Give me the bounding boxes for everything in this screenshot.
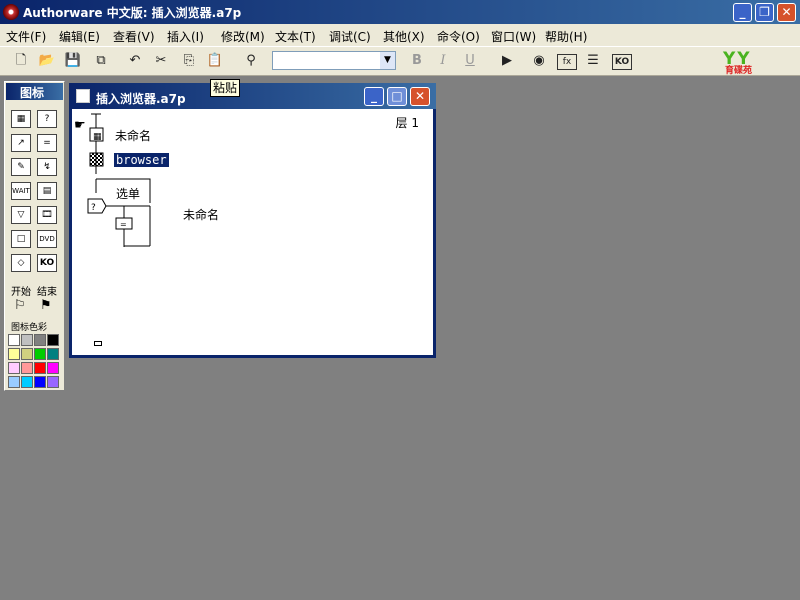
design-window-title-bar[interactable]: 插入浏览器.a7p _ □ ✕	[69, 83, 436, 109]
interaction-icon[interactable]: ?	[37, 110, 57, 128]
dvd-icon[interactable]: DVD	[37, 230, 57, 248]
menu-window[interactable]: 窗口(W)	[491, 28, 536, 45]
restore-button[interactable]: ❐	[755, 3, 774, 22]
svg-text:▦: ▦	[93, 132, 102, 142]
paste-hand-marker	[94, 341, 102, 346]
authorware-app-icon[interactable]	[3, 4, 19, 20]
sound-icon[interactable]: ◇	[11, 254, 31, 272]
find-icon[interactable]: ⚲	[242, 52, 260, 70]
menu-bar: 文件(F) 编辑(E) 查看(V) 插入(I) 修改(M) 文本(T) 调试(C…	[0, 24, 800, 46]
erase-icon[interactable]: ✎	[11, 158, 31, 176]
framework-icon[interactable]: ▤	[37, 182, 57, 200]
paste-icon[interactable]: 📋	[206, 52, 224, 70]
menu-other[interactable]: 其他(X)	[383, 28, 425, 45]
bold-button[interactable]: B	[408, 52, 426, 70]
flowline: ☛ ▦ ? =	[74, 113, 151, 247]
end-flag-label: 结束	[37, 287, 57, 298]
ko-icon[interactable]: KO	[37, 254, 57, 272]
copy-icon[interactable]: ⎘	[180, 52, 198, 70]
minimize-button[interactable]: _	[733, 3, 752, 22]
navigate-icon[interactable]: ↯	[37, 158, 57, 176]
svg-text:☛: ☛	[74, 118, 86, 133]
chevron-down-icon[interactable]: ▼	[380, 52, 395, 69]
calculation-icon[interactable]: =	[37, 134, 57, 152]
color-swatch[interactable]	[8, 348, 20, 360]
menu-command[interactable]: 命令(O)	[437, 28, 480, 45]
color-swatch[interactable]	[8, 376, 20, 388]
wait-icon[interactable]: WAIT	[11, 182, 31, 200]
save-all-icon[interactable]: 💾	[64, 52, 82, 70]
knowledge-objects-icon[interactable]: KO	[612, 54, 632, 70]
color-swatch[interactable]	[34, 334, 46, 346]
icon-palette: 图标 ▦ ? ↗ = ✎ ↯ WAIT ▤ ▽ 🎞 □ DVD ◇ KO 开始 …	[4, 81, 65, 391]
color-swatch[interactable]	[34, 348, 46, 360]
color-swatch[interactable]	[47, 376, 59, 388]
menu-text[interactable]: 文本(T)	[275, 28, 316, 45]
menu-debug[interactable]: 调试(C)	[329, 28, 371, 45]
variables-icon[interactable]: ☰	[584, 52, 602, 70]
map-icon[interactable]: □	[11, 230, 31, 248]
color-swatch[interactable]	[21, 334, 33, 346]
motion-icon[interactable]: ↗	[11, 134, 31, 152]
menu-edit[interactable]: 编辑(E)	[59, 28, 100, 45]
display-icon[interactable]: ▦	[11, 110, 31, 128]
title-bar: Authorware 中文版: 插入浏览器.a7p _ ❐ ✕	[0, 0, 800, 24]
italic-button[interactable]: I	[434, 52, 452, 70]
import-icon[interactable]: ⧉	[92, 52, 110, 70]
start-flag-icon[interactable]: ⚐	[14, 298, 26, 313]
menu-help[interactable]: 帮助(H)	[545, 28, 587, 45]
palette-title-bar[interactable]: 图标	[6, 83, 63, 100]
paste-tooltip: 粘贴	[210, 79, 241, 97]
icon-color-title: 图标色彩	[11, 323, 48, 333]
cut-icon[interactable]: ✂	[152, 52, 170, 70]
color-swatch[interactable]	[21, 362, 33, 374]
color-swatch[interactable]	[34, 376, 46, 388]
decision-icon[interactable]: ▽	[11, 206, 31, 224]
menu-file[interactable]: 文件(F)	[6, 28, 46, 45]
color-swatch[interactable]	[21, 376, 33, 388]
open-file-icon[interactable]: 📂	[38, 52, 56, 70]
icon-label-unnamed-1[interactable]: 未命名	[115, 127, 151, 144]
color-swatch[interactable]	[8, 362, 20, 374]
design-minimize-button[interactable]: _	[364, 87, 384, 106]
color-swatch[interactable]	[21, 348, 33, 360]
icon-label-unnamed-2[interactable]: 未命名	[183, 206, 219, 223]
toolbar: 🗋 📂 💾 ⧉ ↶ ✂ ⎘ 📋 ⚲ ▼ B I U ▶ ◉ fx ☰ KO YY…	[0, 46, 800, 76]
undo-icon[interactable]: ↶	[126, 52, 144, 70]
design-window: 插入浏览器.a7p _ □ ✕ 层 1 ☛ ▦ ? = 未命名 browser …	[69, 83, 436, 358]
functions-icon[interactable]: fx	[557, 54, 577, 70]
color-swatch[interactable]	[47, 362, 59, 374]
design-close-button[interactable]: ✕	[410, 87, 430, 106]
logo: YY 育碟苑	[723, 49, 753, 76]
color-swatch[interactable]	[34, 362, 46, 374]
end-flag-icon[interactable]: ⚑	[40, 298, 52, 313]
control-panel-icon[interactable]: ◉	[530, 52, 548, 70]
design-maximize-button[interactable]: □	[387, 87, 407, 106]
color-swatch[interactable]	[47, 334, 59, 346]
document-icon	[76, 89, 90, 103]
new-file-icon[interactable]: 🗋	[12, 52, 30, 70]
menu-view[interactable]: 查看(V)	[113, 28, 155, 45]
font-select[interactable]: ▼	[272, 51, 396, 70]
icon-label-browser[interactable]: browser	[114, 153, 169, 167]
digital-movie-icon[interactable]: 🎞	[37, 206, 57, 224]
icon-label-menu[interactable]: 选单	[116, 185, 140, 202]
flowline-canvas[interactable]: 层 1 ☛ ▦ ? = 未命名 browser 选单 未命名	[72, 109, 433, 355]
start-flag-label: 开始	[11, 287, 31, 298]
color-swatch[interactable]	[8, 334, 20, 346]
color-swatch[interactable]	[47, 348, 59, 360]
close-button[interactable]: ✕	[777, 3, 796, 22]
svg-text:?: ?	[91, 203, 96, 213]
underline-button[interactable]: U	[461, 52, 479, 70]
svg-text:=: =	[120, 220, 127, 229]
menu-modify[interactable]: 修改(M)	[221, 28, 265, 45]
run-icon[interactable]: ▶	[498, 52, 516, 70]
window-title: Authorware 中文版: 插入浏览器.a7p	[23, 6, 242, 20]
menu-insert[interactable]: 插入(I)	[167, 28, 204, 45]
